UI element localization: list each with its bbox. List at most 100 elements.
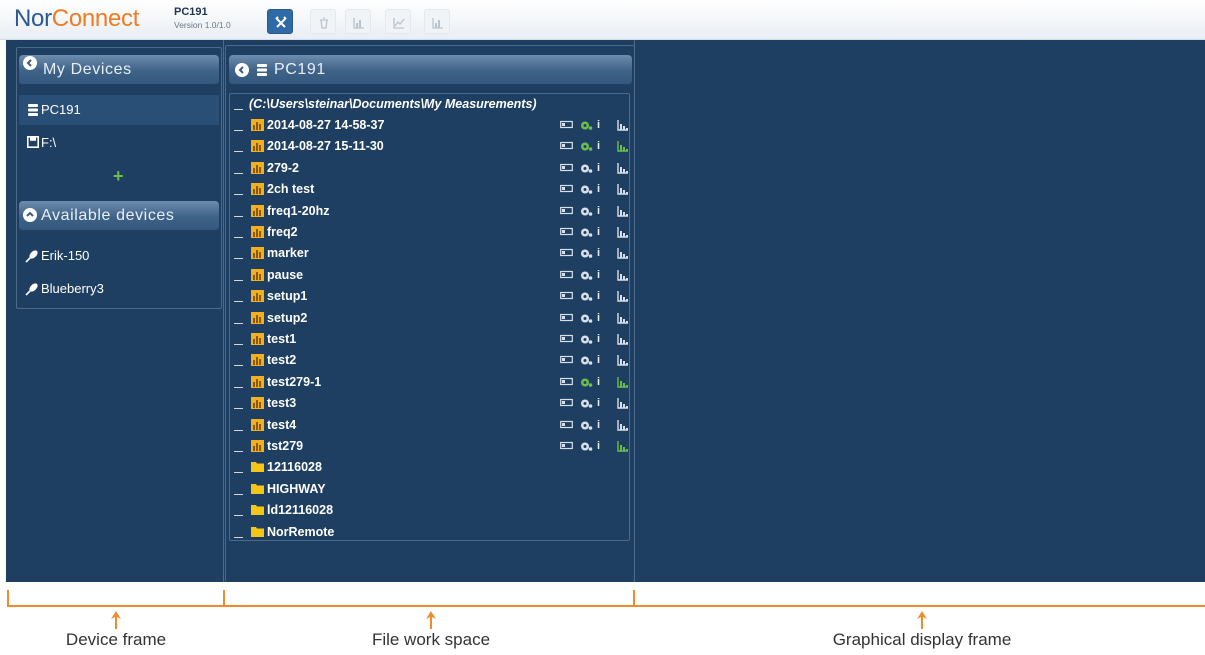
- gear-icon[interactable]: [580, 441, 593, 452]
- tools-button[interactable]: [267, 9, 293, 34]
- rename-icon[interactable]: [560, 141, 573, 150]
- measurement-row[interactable]: tst279 i: [230, 436, 628, 457]
- gear-icon[interactable]: [580, 120, 593, 131]
- measurement-row[interactable]: test4 i: [230, 415, 628, 436]
- rename-icon[interactable]: [560, 398, 573, 407]
- device-item-f-drive[interactable]: F:\: [19, 128, 219, 158]
- info-icon[interactable]: i: [597, 161, 600, 175]
- gear-icon[interactable]: [580, 248, 593, 259]
- folder-row[interactable]: HIGHWAY: [230, 479, 628, 500]
- rename-icon[interactable]: [560, 377, 573, 386]
- measurement-row[interactable]: 279-2 i: [230, 158, 628, 179]
- measurement-row[interactable]: 2014-08-27 14-58-37 i: [230, 115, 628, 136]
- gear-icon[interactable]: [580, 206, 593, 217]
- gear-icon[interactable]: [580, 270, 593, 281]
- measurement-row[interactable]: setup1 i: [230, 286, 628, 307]
- checkbox[interactable]: [234, 408, 243, 410]
- bar-chart-icon[interactable]: [617, 269, 629, 281]
- bar-chart-icon[interactable]: [617, 398, 629, 409]
- info-icon[interactable]: i: [597, 439, 600, 453]
- checkbox[interactable]: [234, 536, 243, 538]
- folder-row[interactable]: 12116028: [230, 457, 628, 478]
- info-icon[interactable]: i: [597, 268, 600, 282]
- rename-icon[interactable]: [560, 420, 573, 429]
- rename-icon[interactable]: [560, 163, 573, 172]
- rename-icon[interactable]: [560, 248, 573, 257]
- rename-icon[interactable]: [560, 184, 573, 193]
- info-icon[interactable]: i: [597, 182, 600, 196]
- gear-icon[interactable]: [580, 141, 593, 152]
- collapse-icon[interactable]: [235, 63, 249, 77]
- rename-icon[interactable]: [560, 120, 573, 129]
- rename-icon[interactable]: [560, 291, 573, 300]
- bar-chart-icon[interactable]: [617, 291, 629, 302]
- measurement-row[interactable]: pause i: [230, 265, 628, 286]
- checkbox[interactable]: [234, 172, 243, 174]
- bar-chart-icon[interactable]: [617, 120, 629, 131]
- available-devices-header[interactable]: Available devices: [19, 201, 219, 231]
- gear-icon[interactable]: [580, 355, 593, 366]
- trend-button[interactable]: [385, 9, 411, 34]
- bar-chart-icon[interactable]: [617, 376, 629, 388]
- measurement-row[interactable]: setup2 i: [230, 308, 628, 329]
- gear-icon[interactable]: [580, 163, 593, 174]
- frame-divider[interactable]: [223, 40, 224, 582]
- rename-icon[interactable]: [560, 441, 573, 450]
- folder-row[interactable]: NorRemote: [230, 522, 628, 543]
- measurement-row[interactable]: 2ch test i: [230, 179, 628, 200]
- gear-icon[interactable]: [580, 291, 593, 302]
- info-icon[interactable]: i: [597, 332, 600, 346]
- checkbox[interactable]: [234, 515, 243, 517]
- gear-icon[interactable]: [580, 377, 593, 388]
- bar-chart-icon[interactable]: [617, 441, 629, 452]
- add-device-button[interactable]: +: [113, 166, 124, 186]
- checkbox[interactable]: [234, 215, 243, 217]
- checkbox[interactable]: [234, 386, 243, 388]
- rename-icon[interactable]: [560, 313, 573, 322]
- info-icon[interactable]: i: [597, 418, 600, 432]
- info-icon[interactable]: i: [597, 139, 600, 153]
- gear-icon[interactable]: [580, 420, 593, 431]
- checkbox[interactable]: [234, 365, 243, 367]
- checkbox[interactable]: [234, 237, 243, 238]
- measurement-row[interactable]: 2014-08-27 15-11-30 i: [230, 136, 628, 157]
- bar-chart-icon[interactable]: [617, 162, 629, 174]
- checkbox[interactable]: [234, 322, 243, 324]
- info-icon[interactable]: i: [597, 353, 600, 367]
- checkbox[interactable]: [234, 493, 243, 495]
- info-icon[interactable]: i: [597, 225, 600, 239]
- checkbox[interactable]: [234, 472, 243, 474]
- measurement-row[interactable]: test3 i: [230, 393, 628, 414]
- bar-chart-icon[interactable]: [617, 227, 629, 238]
- info-icon[interactable]: i: [597, 311, 600, 325]
- rename-icon[interactable]: [560, 206, 573, 215]
- bar-chart-icon[interactable]: [617, 205, 629, 217]
- expand-icon[interactable]: [23, 208, 37, 222]
- rename-icon[interactable]: [560, 227, 573, 236]
- info-icon[interactable]: i: [597, 375, 600, 389]
- gear-icon[interactable]: [580, 334, 593, 345]
- my-devices-header[interactable]: My Devices: [19, 55, 219, 85]
- gear-icon[interactable]: [580, 227, 593, 238]
- rename-icon[interactable]: [560, 334, 573, 343]
- checkbox[interactable]: [234, 279, 243, 281]
- bar-chart-icon[interactable]: [617, 184, 629, 195]
- measurement-row[interactable]: test1 i: [230, 329, 628, 350]
- rename-icon[interactable]: [560, 270, 573, 279]
- bar-chart-icon[interactable]: [617, 141, 629, 153]
- bar-chart-icon[interactable]: [617, 248, 629, 260]
- checkbox[interactable]: [234, 429, 243, 431]
- gear-icon[interactable]: [580, 184, 593, 195]
- checkbox[interactable]: [234, 194, 243, 196]
- gear-icon[interactable]: [580, 398, 593, 409]
- measurement-row[interactable]: marker i: [230, 243, 628, 264]
- checkbox[interactable]: [234, 130, 243, 131]
- info-icon[interactable]: i: [597, 246, 600, 260]
- checkbox[interactable]: [234, 451, 243, 452]
- collapse-icon[interactable]: [23, 56, 37, 70]
- measurement-row[interactable]: freq2 i: [230, 222, 628, 243]
- bar-chart-icon[interactable]: [617, 355, 629, 367]
- checkbox[interactable]: [234, 258, 243, 260]
- info-icon[interactable]: i: [597, 204, 600, 218]
- report-button[interactable]: [424, 9, 450, 34]
